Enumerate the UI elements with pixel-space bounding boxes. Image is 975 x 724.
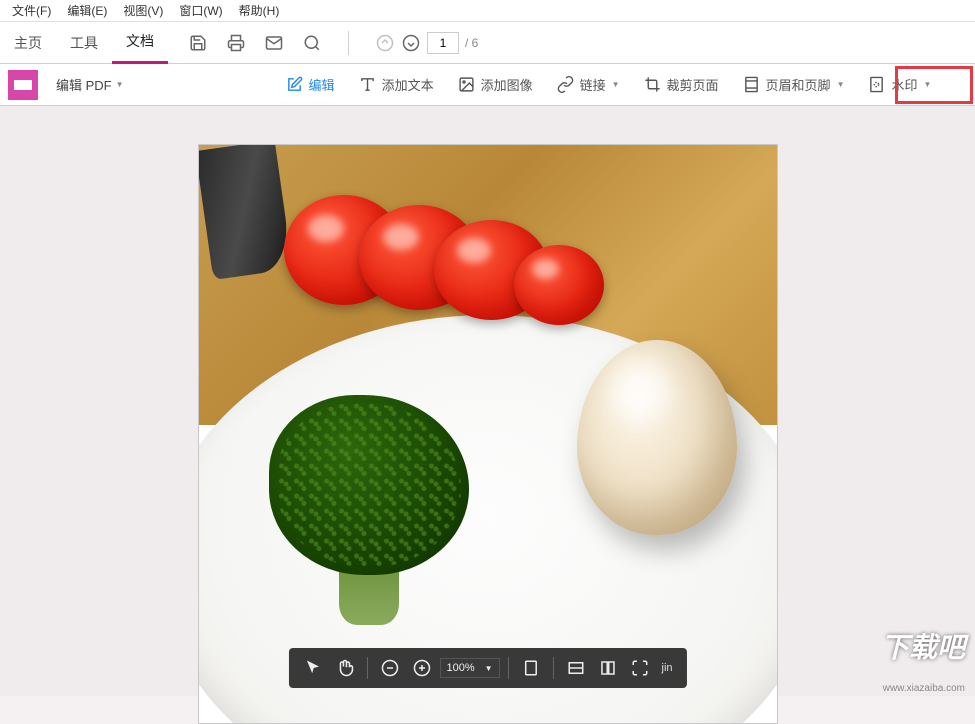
tool-watermark[interactable]: 水印▼	[856, 75, 943, 94]
page-total: / 6	[465, 36, 478, 50]
tool-link[interactable]: 链接▼	[545, 75, 632, 94]
fullscreen-icon[interactable]	[626, 654, 654, 682]
menu-edit[interactable]: 编辑(E)	[59, 0, 115, 21]
menu-window[interactable]: 窗口(W)	[171, 0, 230, 21]
download-badge: 下载吧	[881, 626, 965, 666]
tab-tools[interactable]: 工具	[56, 23, 112, 63]
edit-toolbar: 编辑 PDF▼ 编辑 添加文本 添加图像 链接▼ 裁剪页面 页眉和页脚▼ 水印▼	[0, 64, 975, 106]
tool-edit[interactable]: 编辑	[274, 75, 347, 94]
site-watermark: www.xiazaiba.com	[883, 683, 965, 694]
fit-width-icon[interactable]	[562, 654, 590, 682]
toolbar-text: jin	[658, 662, 677, 674]
tool-header-footer[interactable]: 页眉和页脚▼	[731, 75, 857, 94]
separator	[366, 657, 367, 679]
search-icon[interactable]	[302, 33, 322, 53]
page-down-icon[interactable]	[401, 33, 421, 53]
page-up-icon[interactable]	[375, 33, 395, 53]
tab-home[interactable]: 主页	[0, 23, 56, 63]
menubar: 文件(F) 编辑(E) 视图(V) 窗口(W) 帮助(H)	[0, 0, 975, 22]
document-image-content	[199, 145, 777, 723]
separator	[553, 657, 554, 679]
menu-view[interactable]: 视图(V)	[115, 0, 171, 21]
tool-crop-page[interactable]: 裁剪页面	[632, 75, 731, 94]
floating-view-toolbar: 100%▼ jin	[288, 648, 686, 688]
separator	[348, 31, 349, 55]
zoom-level-select[interactable]: 100%▼	[439, 658, 499, 678]
page-layout-icon[interactable]	[594, 654, 622, 682]
menu-help[interactable]: 帮助(H)	[231, 0, 288, 21]
tool-add-text[interactable]: 添加文本	[347, 75, 446, 94]
document-page[interactable]	[198, 144, 778, 724]
hand-tool-icon[interactable]	[330, 654, 358, 682]
fit-page-icon[interactable]	[517, 654, 545, 682]
zoom-in-icon[interactable]	[407, 654, 435, 682]
select-tool-icon[interactable]	[298, 654, 326, 682]
tool-add-image[interactable]: 添加图像	[446, 75, 545, 94]
save-icon[interactable]	[188, 33, 208, 53]
document-canvas[interactable]: 100%▼ jin 下载吧 www.xiazaiba.com	[0, 106, 975, 696]
app-mode-icon[interactable]	[8, 70, 38, 100]
menu-file[interactable]: 文件(F)	[4, 0, 59, 21]
separator	[508, 657, 509, 679]
page-number-input[interactable]	[427, 32, 459, 54]
page-navigation: / 6	[375, 32, 478, 54]
zoom-out-icon[interactable]	[375, 654, 403, 682]
mail-icon[interactable]	[264, 33, 284, 53]
tab-document[interactable]: 文档	[112, 21, 168, 64]
tabbar: 主页 工具 文档 / 6	[0, 22, 975, 64]
print-icon[interactable]	[226, 33, 246, 53]
edit-pdf-dropdown[interactable]: 编辑 PDF▼	[46, 75, 134, 94]
